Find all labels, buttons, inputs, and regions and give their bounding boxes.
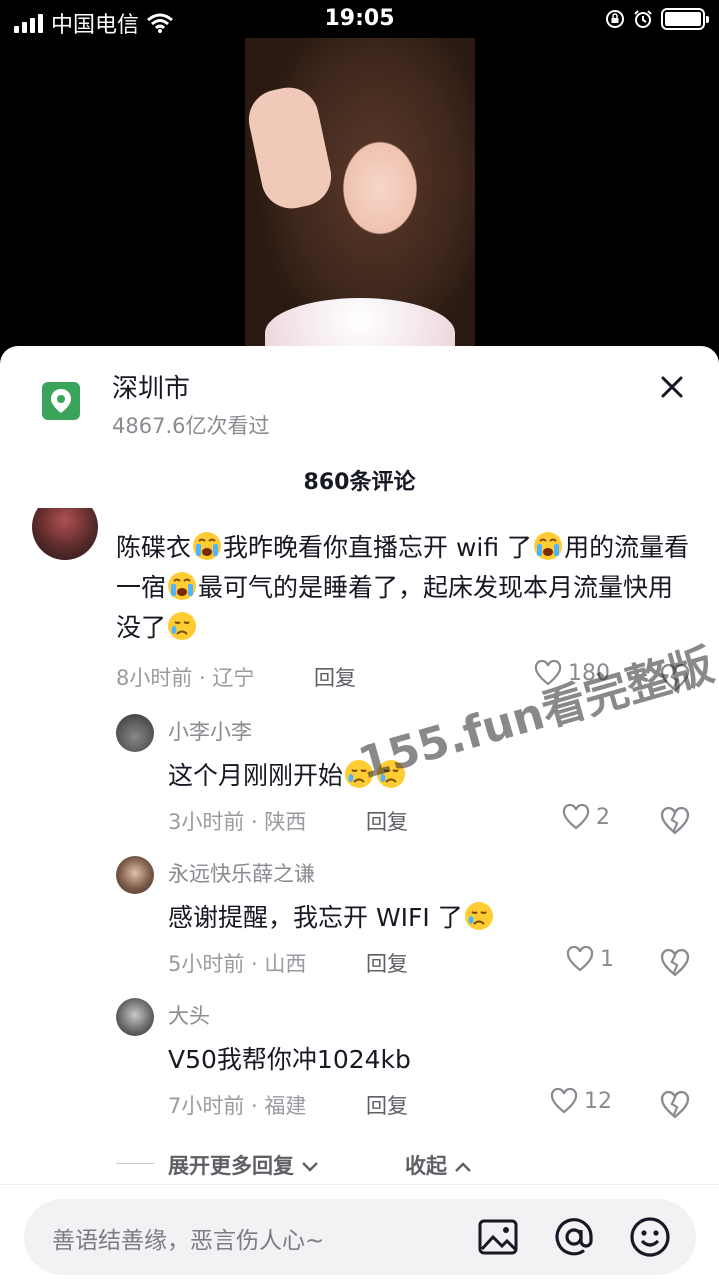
avatar[interactable] bbox=[116, 998, 154, 1036]
comment-meta: 8小时前 · 辽宁 bbox=[116, 666, 255, 690]
comment-input-bar: 善语结善缘，恶言伤人心~ bbox=[0, 1184, 719, 1280]
crying-emoji-icon bbox=[168, 572, 197, 600]
expand-more-replies-button[interactable]: 展开更多回复 bbox=[168, 1150, 319, 1180]
reply-button[interactable]: 回复 bbox=[366, 948, 408, 978]
broken-heart-icon[interactable] bbox=[660, 948, 690, 978]
reply-author[interactable]: 小李小李 bbox=[168, 716, 252, 746]
image-icon[interactable] bbox=[476, 1215, 520, 1259]
comment-input-placeholder: 善语结善缘，恶言伤人心~ bbox=[52, 1228, 325, 1254]
sad-tear-emoji-icon bbox=[168, 612, 197, 640]
collapse-button[interactable]: 收起 bbox=[405, 1150, 472, 1180]
like-count: 12 bbox=[584, 1088, 612, 1114]
sad-tear-emoji-icon bbox=[464, 902, 493, 930]
status-right bbox=[605, 8, 709, 30]
broken-heart-icon[interactable] bbox=[660, 1090, 690, 1120]
divider bbox=[116, 1163, 154, 1164]
location-pin-icon[interactable] bbox=[42, 382, 80, 420]
reply-author[interactable]: 大头 bbox=[168, 1000, 210, 1030]
video-preview[interactable] bbox=[245, 38, 475, 358]
chevron-down-icon bbox=[302, 1162, 319, 1172]
like-button[interactable]: 2 bbox=[562, 804, 610, 830]
status-bar: 中国电信 19:05 bbox=[0, 0, 719, 40]
reply-expand-row: 展开更多回复 收起 bbox=[0, 1146, 719, 1182]
mention-icon[interactable] bbox=[552, 1215, 596, 1259]
screen: 中国电信 19:05 深圳市 4867.6亿次看过 860条评论 陈碟衣 我昨晚… bbox=[0, 0, 719, 1280]
avatar[interactable] bbox=[116, 714, 154, 752]
emoji-icon[interactable] bbox=[628, 1215, 672, 1259]
location-views: 4867.6亿次看过 bbox=[112, 414, 270, 438]
comment-text: 陈碟衣 我昨晚看你直播忘开 wifi 了用的流量看一宿 最可气的是睡着了，起床发现本… bbox=[116, 528, 696, 648]
reply-meta: 7小时前 · 福建 bbox=[168, 1094, 307, 1118]
like-count: 1 bbox=[600, 946, 614, 972]
reply-button[interactable]: 回复 bbox=[366, 1090, 408, 1120]
close-button[interactable] bbox=[655, 370, 689, 404]
crying-emoji-icon bbox=[193, 532, 222, 560]
collapse-label: 收起 bbox=[405, 1154, 447, 1178]
reply-text: V50我帮你冲1024kb bbox=[168, 1045, 411, 1074]
reply-author[interactable]: 永远快乐薛之谦 bbox=[168, 858, 315, 888]
comment-count: 860条评论 bbox=[303, 470, 416, 495]
like-button[interactable]: 12 bbox=[550, 1088, 612, 1114]
like-button[interactable]: 1 bbox=[566, 946, 614, 972]
alarm-icon bbox=[634, 10, 652, 28]
reply-button[interactable]: 回复 bbox=[314, 662, 356, 692]
comment-list[interactable]: 陈碟衣 我昨晚看你直播忘开 wifi 了用的流量看一宿 最可气的是睡着了，起床发现本… bbox=[0, 508, 719, 1198]
heart-icon bbox=[562, 804, 590, 830]
reply-meta: 3小时前 · 陕西 bbox=[168, 810, 307, 834]
reply-text: 感谢提醒，我忘开 WIFI 了 bbox=[168, 898, 495, 938]
avatar[interactable] bbox=[116, 856, 154, 894]
avatar[interactable] bbox=[32, 508, 98, 560]
rotation-lock-icon bbox=[606, 10, 624, 28]
heart-icon bbox=[550, 1088, 578, 1114]
close-icon bbox=[661, 376, 683, 398]
comment-sheet: 深圳市 4867.6亿次看过 860条评论 陈碟衣 我昨晚看你直播忘开 wifi … bbox=[0, 346, 719, 1280]
reply-meta: 5小时前 · 山西 bbox=[168, 952, 307, 976]
crying-emoji-icon bbox=[534, 532, 563, 560]
comment-input[interactable]: 善语结善缘，恶言伤人心~ bbox=[24, 1199, 696, 1275]
expand-more-label: 展开更多回复 bbox=[168, 1154, 294, 1178]
heart-icon bbox=[566, 946, 594, 972]
chevron-up-icon bbox=[455, 1162, 472, 1172]
location-title[interactable]: 深圳市 bbox=[112, 368, 190, 405]
like-count: 2 bbox=[596, 804, 610, 830]
broken-heart-icon[interactable] bbox=[660, 806, 690, 836]
battery-icon bbox=[661, 8, 709, 30]
reply-button[interactable]: 回复 bbox=[366, 806, 408, 836]
video-hand-shape bbox=[245, 82, 337, 214]
